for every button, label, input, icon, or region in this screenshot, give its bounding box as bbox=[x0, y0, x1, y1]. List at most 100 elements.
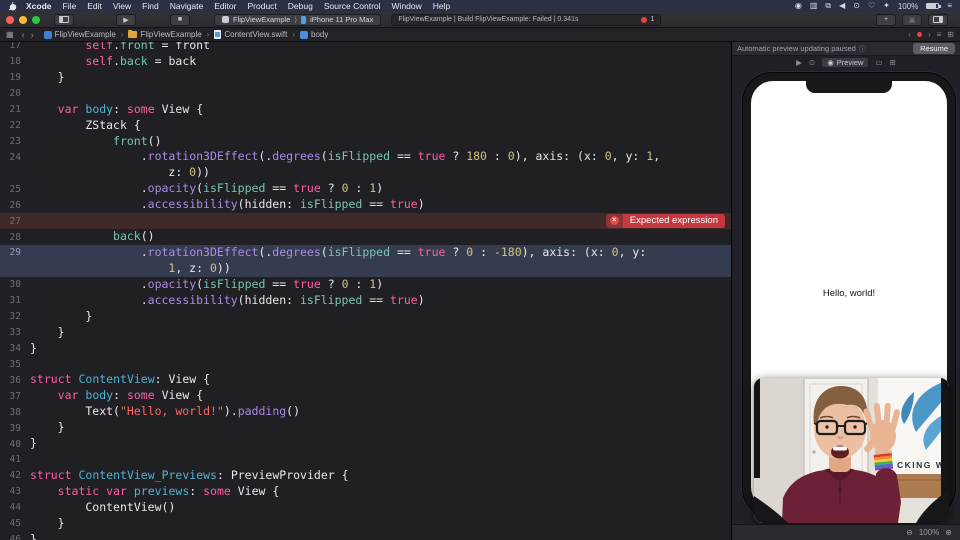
line-number[interactable]: 45 bbox=[0, 518, 30, 529]
line-number[interactable]: 41 bbox=[0, 454, 30, 465]
video-capture-icon[interactable]: ▥ bbox=[810, 2, 818, 10]
info-icon[interactable]: ⓘ bbox=[859, 44, 866, 54]
code-line[interactable]: 41 bbox=[0, 452, 731, 468]
code-line[interactable]: z: 0)) bbox=[0, 165, 731, 181]
line-number[interactable]: 18 bbox=[0, 56, 30, 67]
line-number[interactable]: 20 bbox=[0, 88, 30, 99]
minimize-window-button[interactable] bbox=[19, 15, 27, 24]
issue-indicator-icon[interactable] bbox=[916, 32, 922, 37]
apple-menu-icon[interactable] bbox=[8, 1, 18, 11]
code-line[interactable]: 42 struct ContentView_Previews: PreviewPr… bbox=[0, 468, 731, 484]
code-line[interactable]: 35 bbox=[0, 356, 731, 372]
pin-preview-button[interactable]: ⊙ bbox=[809, 58, 815, 67]
error-annotation[interactable]: × Expected expression bbox=[605, 214, 725, 228]
line-number[interactable]: 28 bbox=[0, 232, 30, 243]
line-number[interactable]: 35 bbox=[0, 359, 30, 370]
code-line[interactable]: 44 ContentView() bbox=[0, 500, 731, 516]
menu-item-product[interactable]: Product bbox=[247, 1, 276, 11]
related-items-icon[interactable]: ▦ bbox=[6, 30, 14, 39]
code-area[interactable]: 17 self.front = front 18 self.back = back 19… bbox=[0, 42, 731, 540]
line-number[interactable]: 38 bbox=[0, 407, 30, 418]
code-line[interactable]: 39} bbox=[0, 420, 731, 436]
code-line[interactable]: 22 ZStack { bbox=[0, 118, 731, 134]
menu-item-editor[interactable]: Editor bbox=[214, 1, 236, 11]
volume-icon[interactable]: ◀ bbox=[839, 2, 845, 10]
menu-item-view[interactable]: View bbox=[113, 1, 131, 11]
editor-options-button[interactable] bbox=[928, 13, 948, 26]
add-button[interactable]: + bbox=[876, 13, 896, 26]
line-number[interactable]: 22 bbox=[0, 120, 30, 131]
navigator-toggle-button[interactable] bbox=[54, 13, 74, 26]
line-number[interactable]: 17 bbox=[0, 42, 30, 51]
back-button[interactable]: ‹ bbox=[22, 30, 25, 40]
code-line[interactable]: 20 bbox=[0, 86, 731, 102]
code-line[interactable]: 19} bbox=[0, 70, 731, 86]
code-line[interactable]: 28 back() bbox=[0, 229, 731, 245]
zoom-window-button[interactable] bbox=[32, 15, 40, 24]
code-line[interactable]: 18 self.back = back bbox=[0, 54, 731, 70]
resume-button[interactable]: Resume bbox=[913, 43, 955, 54]
line-number[interactable]: 36 bbox=[0, 375, 30, 386]
breadcrumb-item-flipviewexample[interactable]: FlipViewExample bbox=[128, 30, 202, 39]
close-window-button[interactable] bbox=[6, 15, 14, 24]
code-line[interactable]: 27 × Expected expression bbox=[0, 213, 731, 230]
menu-item-window[interactable]: Window bbox=[392, 1, 422, 11]
line-number[interactable]: 31 bbox=[0, 295, 30, 306]
next-issue-button[interactable]: › bbox=[928, 30, 931, 39]
line-number[interactable]: 29 bbox=[0, 247, 30, 258]
spotlight-search-icon[interactable]: ⊙ bbox=[853, 2, 860, 10]
zoom-out-button[interactable]: ⊖ bbox=[906, 528, 913, 537]
menu-item-help[interactable]: Help bbox=[433, 1, 450, 11]
line-number[interactable]: 33 bbox=[0, 327, 30, 338]
menu-item-file[interactable]: File bbox=[63, 1, 77, 11]
menu-item-edit[interactable]: Edit bbox=[87, 1, 102, 11]
breadcrumb-item-flipviewexample[interactable]: FlipViewExample bbox=[43, 30, 116, 39]
control-center-icon[interactable]: ♡ bbox=[868, 2, 875, 10]
code-line[interactable]: 43 static var previews: some View { bbox=[0, 484, 731, 500]
line-number[interactable]: 24 bbox=[0, 152, 30, 163]
code-line[interactable]: 40} bbox=[0, 436, 731, 452]
prev-issue-button[interactable]: ‹ bbox=[908, 30, 911, 39]
line-number[interactable]: 32 bbox=[0, 311, 30, 322]
preview-tab[interactable]: ◉ Preview bbox=[822, 58, 869, 67]
code-line[interactable]: 24 .rotation3DEffect(.degrees(isFlipped =… bbox=[0, 149, 731, 165]
minimap-button[interactable]: ≡ bbox=[937, 30, 942, 39]
line-number[interactable]: 25 bbox=[0, 184, 30, 195]
code-line[interactable]: 36 struct ContentView: View { bbox=[0, 372, 731, 388]
zoom-in-button[interactable]: ⊕ bbox=[945, 528, 952, 537]
code-line[interactable]: 25 .opacity(isFlipped == true ? 0 : 1) bbox=[0, 181, 731, 197]
forward-button[interactable]: › bbox=[31, 30, 34, 40]
menu-item-source-control[interactable]: Source Control bbox=[324, 1, 381, 11]
line-number[interactable]: 19 bbox=[0, 72, 30, 83]
line-number[interactable]: 27 bbox=[0, 216, 30, 227]
menu-item-navigate[interactable]: Navigate bbox=[170, 1, 204, 11]
code-line[interactable]: 23 front() bbox=[0, 134, 731, 150]
screen-mirroring-icon[interactable]: ⧉ bbox=[825, 2, 831, 10]
line-number[interactable]: 21 bbox=[0, 104, 30, 115]
code-line[interactable]: 31 .accessibility(hidden: isFlipped == tr… bbox=[0, 293, 731, 309]
line-number[interactable]: 37 bbox=[0, 391, 30, 402]
code-line[interactable]: 26 .accessibility(hidden: isFlipped == tr… bbox=[0, 197, 731, 213]
zoom-level[interactable]: 100% bbox=[919, 528, 939, 537]
line-number[interactable]: 46 bbox=[0, 534, 30, 540]
code-line[interactable]: 1, z: 0)) bbox=[0, 260, 731, 277]
line-number[interactable]: 23 bbox=[0, 136, 30, 147]
code-line[interactable]: 17 self.front = front bbox=[0, 42, 731, 54]
line-number[interactable]: 40 bbox=[0, 439, 30, 450]
run-button[interactable]: ▶ bbox=[116, 13, 136, 26]
line-number[interactable]: 44 bbox=[0, 502, 30, 513]
source-editor[interactable]: 17 self.front = front 18 self.back = back 19… bbox=[0, 42, 731, 540]
code-line[interactable]: 33} bbox=[0, 325, 731, 341]
menu-item-find[interactable]: Find bbox=[142, 1, 159, 11]
stop-button[interactable]: ■ bbox=[170, 13, 190, 26]
breadcrumb-item-body[interactable]: body bbox=[300, 30, 328, 39]
accessory-icon[interactable]: ✦ bbox=[883, 2, 890, 10]
menu-item-debug[interactable]: Debug bbox=[288, 1, 313, 11]
line-number[interactable]: 30 bbox=[0, 279, 30, 290]
line-number[interactable]: 34 bbox=[0, 343, 30, 354]
code-line[interactable]: 45} bbox=[0, 516, 731, 532]
code-line[interactable]: 29 .rotation3DEffect(.degrees(isFlipped =… bbox=[0, 244, 731, 261]
code-line[interactable]: 38 Text("Hello, world!").padding() bbox=[0, 404, 731, 420]
add-editor-button[interactable]: ⊞ bbox=[947, 30, 954, 39]
scheme-selector[interactable]: FlipViewExample ⟩ iPhone 11 Pro Max bbox=[214, 13, 382, 26]
